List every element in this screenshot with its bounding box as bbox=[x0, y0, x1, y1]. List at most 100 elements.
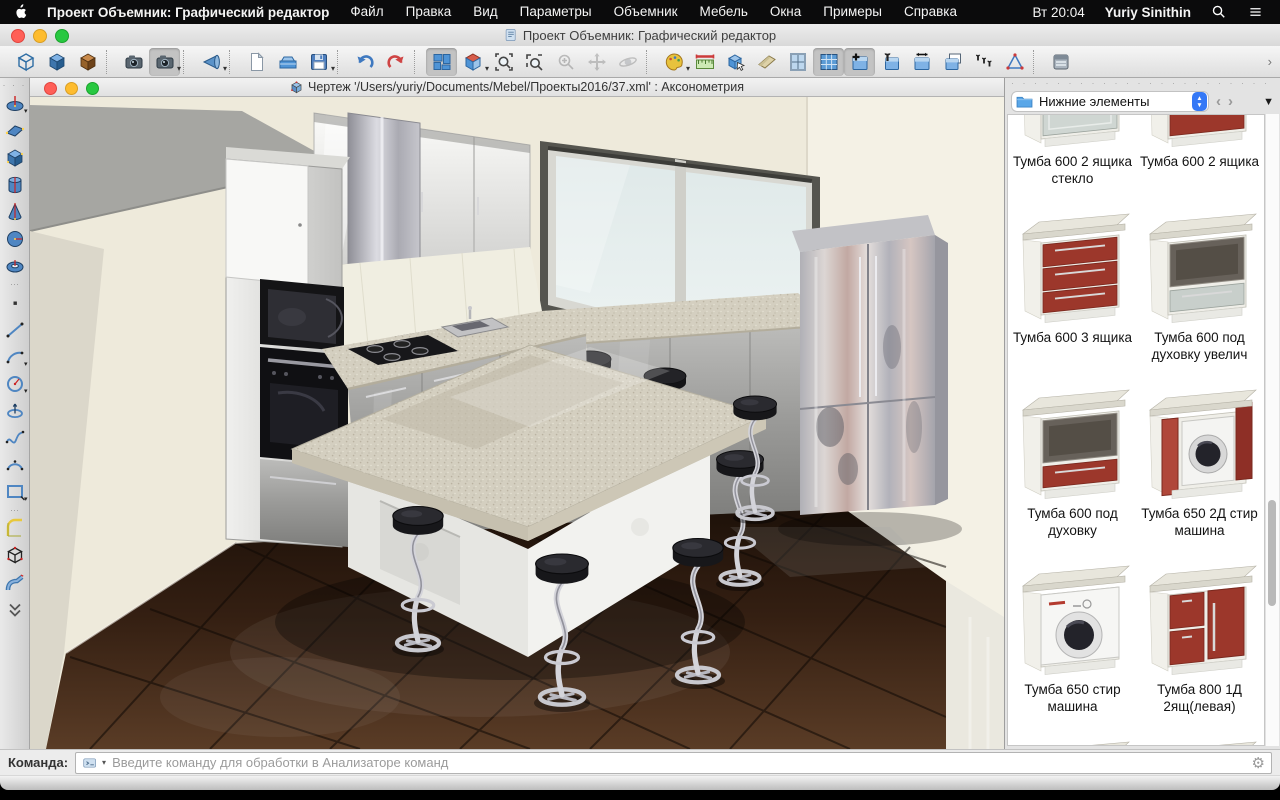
apple-menu[interactable] bbox=[0, 4, 37, 20]
tool-plate[interactable] bbox=[2, 117, 28, 144]
add-cabinet-button[interactable] bbox=[844, 48, 875, 76]
palette-drag-handle[interactable]: · · · bbox=[3, 81, 27, 90]
menu-item-параметры[interactable]: Параметры bbox=[509, 0, 603, 24]
pan-button[interactable] bbox=[581, 48, 612, 76]
tool-ellipse[interactable] bbox=[2, 397, 28, 424]
panel-tool-button[interactable] bbox=[751, 48, 782, 76]
batch-edit-button[interactable] bbox=[968, 48, 999, 76]
doc-close-button[interactable] bbox=[44, 82, 57, 95]
catalog-scrollbar-thumb[interactable] bbox=[1268, 500, 1276, 606]
catalog-item[interactable] bbox=[1136, 735, 1263, 746]
minimize-button[interactable] bbox=[33, 29, 47, 43]
tool-rectangle[interactable]: ▾ bbox=[2, 478, 28, 505]
menu-item-окна[interactable]: Окна bbox=[759, 0, 812, 24]
spotlight-search[interactable] bbox=[1201, 4, 1237, 20]
drawing-viewport[interactable] bbox=[30, 97, 1004, 749]
command-dropdown-icon[interactable]: ▾ bbox=[102, 758, 106, 767]
menu-item-примеры[interactable]: Примеры bbox=[812, 0, 893, 24]
app-menu-title[interactable]: Проект Объемник: Графический редактор bbox=[37, 5, 339, 20]
open-document-button[interactable] bbox=[272, 48, 303, 76]
catalog-item[interactable] bbox=[1009, 735, 1136, 746]
menu-item-мебель[interactable]: Мебель bbox=[689, 0, 759, 24]
view-wireframe-button[interactable] bbox=[10, 48, 41, 76]
dropdown-arrow-icon[interactable]: ▾ bbox=[177, 65, 181, 73]
menu-item-файл[interactable]: Файл bbox=[339, 0, 394, 24]
tool-fillet[interactable] bbox=[2, 515, 28, 542]
catalog-item[interactable]: Тумба 600 под духовку bbox=[1009, 383, 1136, 559]
camera-snapshot-button[interactable]: ▾ bbox=[149, 48, 180, 76]
dimension-3d-button[interactable] bbox=[999, 48, 1030, 76]
tool-arc[interactable]: ▾ bbox=[2, 343, 28, 370]
catalog-item[interactable]: Тумба 650 2Д стир машина bbox=[1136, 383, 1263, 559]
toolbar-overflow-icon[interactable]: › bbox=[1268, 54, 1280, 69]
command-history-icon[interactable] bbox=[82, 756, 98, 770]
catalog-item[interactable]: Тумба 650 стир машина bbox=[1009, 559, 1136, 735]
view-textured-button[interactable] bbox=[72, 48, 103, 76]
category-next-button[interactable]: › bbox=[1228, 92, 1233, 112]
menu-item-правка[interactable]: Правка bbox=[395, 0, 463, 24]
catalog-item[interactable]: Тумба 600 3 ящика bbox=[1009, 207, 1136, 383]
tool-box-edges[interactable] bbox=[2, 542, 28, 569]
tool-workplane[interactable]: ▾ bbox=[2, 90, 28, 117]
dropdown-arrow-icon[interactable]: ▾ bbox=[24, 387, 28, 395]
materials-button[interactable]: ▾ bbox=[658, 48, 689, 76]
category-stepper-icon[interactable]: ▲▼ bbox=[1192, 92, 1207, 111]
redo-button[interactable] bbox=[380, 48, 411, 76]
copy-cabinet-button[interactable] bbox=[937, 48, 968, 76]
window-title-bar[interactable]: Проект Объемник: Графический редактор bbox=[0, 24, 1280, 47]
menu-user[interactable]: Yuriy Sinithin bbox=[1095, 5, 1201, 20]
catalog-drag-handle[interactable]: · · · · · · · · · · · · · · · · · · · · … bbox=[1011, 80, 1274, 89]
category-dropdown[interactable]: Нижние элементы ▲▼ bbox=[1011, 91, 1209, 112]
tool-cone[interactable] bbox=[2, 198, 28, 225]
view-faces-button[interactable]: ▾ bbox=[457, 48, 488, 76]
select-object-button[interactable] bbox=[720, 48, 751, 76]
tool-box[interactable] bbox=[2, 144, 28, 171]
dropdown-arrow-icon[interactable]: ▾ bbox=[24, 360, 28, 368]
document-title-bar[interactable]: Чертеж '/Users/yuriy/Documents/Mebel/Про… bbox=[30, 78, 1004, 97]
cabinet-width-button[interactable] bbox=[906, 48, 937, 76]
tool-line[interactable] bbox=[2, 316, 28, 343]
dimensions-button[interactable] bbox=[689, 48, 720, 76]
category-prev-button[interactable]: ‹ bbox=[1216, 92, 1221, 112]
render-button[interactable] bbox=[1045, 48, 1076, 76]
menu-clock[interactable]: Вт 20:04 bbox=[1022, 5, 1094, 20]
cabinet-grid-button[interactable] bbox=[813, 48, 844, 76]
menu-item-вид[interactable]: Вид bbox=[462, 0, 508, 24]
command-settings-gear-icon[interactable]: ⚙ bbox=[1252, 754, 1265, 772]
camera-view-button[interactable] bbox=[118, 48, 149, 76]
new-document-button[interactable] bbox=[241, 48, 272, 76]
save-document-button[interactable]: ▾ bbox=[303, 48, 334, 76]
catalog-item[interactable]: Тумба 600 2 ящика bbox=[1136, 114, 1263, 207]
notification-center[interactable] bbox=[1237, 4, 1264, 20]
catalog-scrollbar[interactable] bbox=[1265, 114, 1279, 746]
tool-sphere[interactable] bbox=[2, 225, 28, 252]
dropdown-arrow-icon[interactable]: ▾ bbox=[331, 65, 335, 73]
zoom-window-button[interactable] bbox=[519, 48, 550, 76]
tool-circle[interactable]: ▾ bbox=[2, 370, 28, 397]
tool-sweep[interactable] bbox=[2, 569, 28, 596]
zoom-in-button[interactable] bbox=[550, 48, 581, 76]
undo-button[interactable] bbox=[349, 48, 380, 76]
collapse-panel-icon[interactable]: ▼ bbox=[1263, 96, 1274, 108]
tool-spline[interactable] bbox=[2, 424, 28, 451]
tool-point[interactable] bbox=[2, 289, 28, 316]
dropdown-arrow-icon[interactable]: ▾ bbox=[24, 495, 28, 503]
close-button[interactable] bbox=[11, 29, 25, 43]
opening-tool-button[interactable] bbox=[782, 48, 813, 76]
orbit-button[interactable] bbox=[612, 48, 643, 76]
menu-item-справка[interactable]: Справка bbox=[893, 0, 968, 24]
doc-zoom-button[interactable] bbox=[86, 82, 99, 95]
tool-cylinder[interactable] bbox=[2, 171, 28, 198]
edit-cabinet-button[interactable] bbox=[875, 48, 906, 76]
dropdown-arrow-icon[interactable]: ▾ bbox=[24, 107, 28, 115]
zoom-button[interactable] bbox=[55, 29, 69, 43]
dropdown-arrow-icon[interactable]: ▾ bbox=[223, 65, 227, 73]
menu-item-объемник[interactable]: Объемник bbox=[603, 0, 689, 24]
tools-expand[interactable] bbox=[2, 596, 28, 623]
view-shaded-button[interactable] bbox=[41, 48, 72, 76]
catalog-item[interactable]: Тумба 800 1Д 2ящ(левая) bbox=[1136, 559, 1263, 735]
catalog-item[interactable]: Тумба 600 2 ящика стекло bbox=[1009, 114, 1136, 207]
catalog-item[interactable]: Тумба 600 под духовку увелич bbox=[1136, 207, 1263, 383]
tool-torus[interactable] bbox=[2, 252, 28, 279]
doc-minimize-button[interactable] bbox=[65, 82, 78, 95]
